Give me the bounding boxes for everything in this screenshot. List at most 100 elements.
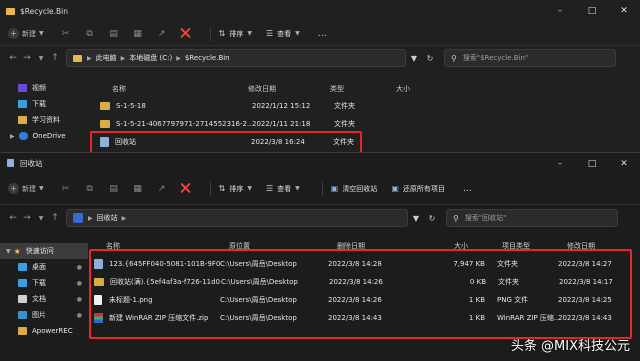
new-button[interactable]: + 新建 ▼: [8, 183, 44, 194]
refresh-icon[interactable]: ↻: [422, 54, 438, 63]
address-bar[interactable]: ▶ 回收站 ▶: [66, 209, 408, 227]
column-type[interactable]: 类型: [330, 84, 396, 94]
title-bar[interactable]: $Recycle.Bin – □ ✕: [0, 0, 640, 22]
paste-icon[interactable]: ▤: [106, 182, 122, 196]
minimize-button[interactable]: –: [544, 0, 576, 22]
cut-icon[interactable]: ✂: [58, 182, 74, 196]
copy-icon[interactable]: ⧉: [82, 182, 98, 196]
forward-arrow-icon[interactable]: →: [20, 213, 34, 223]
file-name: S-1-5-21-4067797971-2714552316-2...: [116, 120, 252, 128]
paste-icon[interactable]: ▤: [106, 27, 122, 41]
nav-item-documents[interactable]: 文档 ●: [0, 291, 88, 307]
address-dropdown-icon[interactable]: ▼: [406, 54, 422, 63]
back-arrow-icon[interactable]: ←: [6, 53, 20, 63]
minimize-button[interactable]: –: [544, 153, 576, 175]
close-button[interactable]: ✕: [608, 0, 640, 22]
new-label: 新建: [22, 184, 36, 193]
search-box[interactable]: ⚲ 搜索"$Recycle.Bin": [444, 49, 616, 67]
breadcrumb-recycle-bin[interactable]: 回收站: [97, 213, 118, 223]
sort-button[interactable]: ⇅ 排序 ▼: [219, 29, 252, 39]
cloud-icon: [18, 132, 28, 140]
address-bar[interactable]: ▶ 此电脑 ▶ 本地磁盘 (C:) ▶ $Recycle.Bin: [66, 49, 406, 67]
title-bar[interactable]: 回收站 – □ ✕: [0, 153, 640, 173]
nav-item-quick-access[interactable]: ▼ ★ 快速访问: [0, 243, 88, 259]
delete-icon[interactable]: ❌: [178, 182, 194, 196]
share-icon[interactable]: ↗: [154, 182, 170, 196]
address-row: ← → ▼ ↑ ▶ 此电脑 ▶ 本地磁盘 (C:) ▶ $Recycle.Bin…: [0, 46, 640, 70]
chevron-down-icon: ▼: [39, 30, 44, 37]
view-icon: ☰: [265, 184, 274, 193]
search-box[interactable]: ⚲ 搜索"回收站": [446, 209, 618, 227]
refresh-icon[interactable]: ↻: [424, 214, 440, 223]
file-date: 2022/1/12 15:12: [252, 102, 311, 110]
column-headers: 名称 修改日期 类型 大小: [112, 82, 436, 96]
restore-all-button[interactable]: ▣ 还原所有项目: [391, 184, 445, 194]
breadcrumb-this-pc[interactable]: 此电脑: [96, 53, 117, 63]
rename-icon[interactable]: ▦: [130, 27, 146, 41]
folder-icon: [100, 102, 110, 110]
maximize-button[interactable]: □: [576, 153, 608, 175]
nav-label: 文档: [32, 295, 46, 303]
rename-icon[interactable]: ▦: [130, 182, 146, 196]
restore-icon: ▣: [391, 184, 399, 193]
column-modified[interactable]: 修改日期: [248, 84, 330, 94]
view-button[interactable]: ☰ 查看 ▼: [266, 184, 300, 194]
nav-item-apowerrec[interactable]: ApowerREC: [0, 323, 88, 339]
sort-button[interactable]: ⇅ 排序 ▼: [219, 184, 252, 194]
view-icon: ☰: [265, 29, 274, 38]
more-options-icon[interactable]: …: [318, 29, 328, 39]
chevron-down-icon[interactable]: ▼: [34, 215, 48, 222]
share-icon[interactable]: ↗: [154, 27, 170, 41]
document-icon: [18, 295, 27, 303]
column-name[interactable]: 名称: [112, 84, 248, 94]
forward-arrow-icon[interactable]: →: [20, 53, 34, 63]
nav-label: 下载: [32, 100, 46, 108]
maximize-button[interactable]: □: [576, 0, 608, 22]
file-type: 文件夹: [334, 120, 355, 128]
breadcrumb-recycle-bin-folder[interactable]: $Recycle.Bin: [185, 54, 230, 62]
videos-icon: [18, 84, 27, 92]
sort-icon: ⇅: [218, 184, 226, 193]
file-row[interactable]: S-1-5-18 2022/1/12 15:12 文件夹: [100, 98, 394, 114]
nav-item-downloads[interactable]: 下载: [0, 96, 88, 112]
star-icon: ★: [13, 246, 21, 256]
restore-label: 还原所有项目: [402, 184, 445, 193]
nav-item-desktop[interactable]: 桌面 ●: [0, 259, 88, 275]
column-size[interactable]: 大小: [396, 84, 436, 94]
sort-label: 排序: [229, 184, 244, 193]
chevron-down-icon[interactable]: ▼: [34, 55, 48, 62]
back-arrow-icon[interactable]: ←: [6, 213, 20, 223]
nav-item-downloads[interactable]: 下载 ●: [0, 275, 88, 291]
new-button[interactable]: + 新建 ▼: [8, 28, 44, 39]
nav-label: 学习资料: [32, 116, 60, 124]
more-options-icon[interactable]: …: [463, 184, 473, 194]
view-button[interactable]: ☰ 查看 ▼: [266, 29, 300, 39]
up-arrow-icon[interactable]: ↑: [48, 213, 62, 223]
watermark: 头条 @MIX科技公元: [510, 339, 630, 354]
address-dropdown-icon[interactable]: ▼: [408, 214, 424, 223]
chevron-right-icon: ▶: [120, 54, 126, 62]
recycle-bin-window: 回收站 – □ ✕ + 新建 ▼ ✂ ⧉ ▤ ▦ ↗ ❌ ⇅ 排序 ▼ ☰ 查看…: [0, 152, 640, 361]
up-arrow-icon[interactable]: ↑: [48, 53, 62, 63]
delete-icon[interactable]: ❌: [178, 27, 194, 41]
nav-item-study[interactable]: 学习资料: [0, 112, 88, 128]
sort-label: 排序: [229, 29, 244, 38]
copy-icon[interactable]: ⧉: [82, 27, 98, 41]
nav-label: 图片: [32, 311, 46, 319]
plus-icon: +: [8, 183, 19, 194]
nav-item-onedrive[interactable]: ▶ OneDrive: [0, 128, 88, 144]
chevron-right-icon: ▶: [176, 54, 181, 62]
file-name: S-1-5-18: [116, 102, 146, 110]
empty-recycle-bin-button[interactable]: ▣ 清空回收站: [331, 184, 378, 194]
cut-icon[interactable]: ✂: [58, 27, 74, 41]
scrollbar[interactable]: [635, 153, 638, 361]
nav-item-videos[interactable]: 视频: [0, 80, 88, 96]
nav-item-pictures[interactable]: 图片 ●: [0, 307, 88, 323]
nav-label: ApowerREC: [32, 327, 73, 335]
file-row[interactable]: S-1-5-21-4067797971-2714552316-2... 2022…: [100, 116, 394, 132]
pin-icon: ●: [76, 279, 82, 287]
download-icon: [18, 100, 27, 108]
breadcrumb-local-disk[interactable]: 本地磁盘 (C:): [129, 53, 172, 63]
chevron-down-icon: ▼: [6, 247, 11, 255]
address-row: ← → ▼ ↑ ▶ 回收站 ▶ ▼ ↻ ⚲ 搜索"回收站": [0, 207, 640, 229]
